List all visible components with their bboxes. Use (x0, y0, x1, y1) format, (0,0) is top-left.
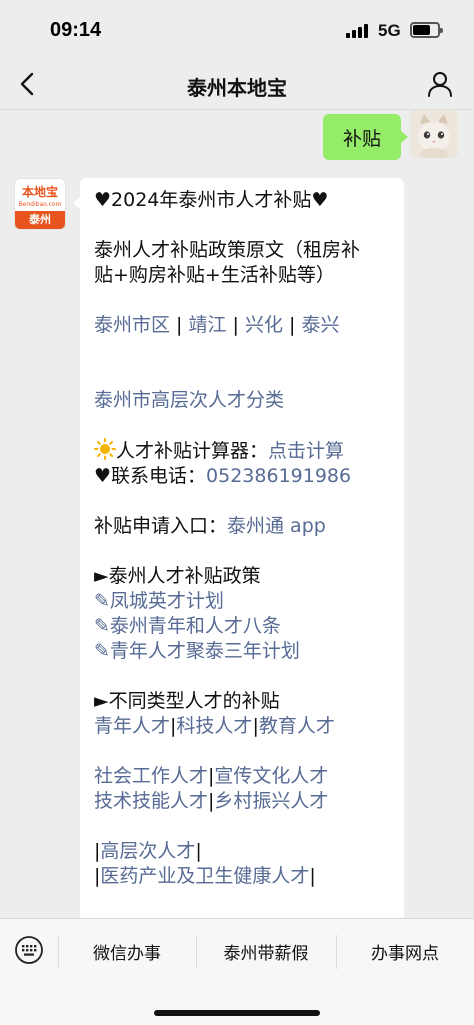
status-time: 09:14 (50, 19, 102, 41)
policy-link[interactable]: ✎凤城英才计划 (94, 589, 390, 614)
talent-type-link[interactable]: 科技人才 (176, 715, 252, 737)
nav-bar: 泰州本地宝 (0, 58, 474, 110)
talent-type-link[interactable]: 教育人才 (259, 715, 335, 737)
policy-section-heading: ►泰州人才补贴政策 (94, 565, 261, 587)
district-link-jingjiang[interactable]: 靖江 (189, 314, 227, 336)
user-avatar[interactable] (410, 110, 458, 158)
keyboard-toggle-button[interactable] (14, 935, 44, 965)
district-link-xinghua[interactable]: 兴化 (245, 314, 283, 336)
talent-type-link[interactable]: 社会工作人才 (94, 765, 208, 787)
apply-label: 补贴申请入口： (94, 515, 228, 537)
district-link-taixing[interactable]: 泰兴 (302, 314, 340, 336)
talent-class-link[interactable]: 泰州市高层次人才分类 (94, 388, 390, 413)
bottom-menu: 微信办事 泰州带薪假 办事网点 (0, 918, 474, 1025)
contact-line: ♥联系电话：052386191986 (94, 464, 390, 489)
talent-type-link[interactable]: 乡村振兴人才 (214, 790, 328, 812)
user-message-bubble[interactable]: 补贴 (323, 114, 408, 160)
profile-button[interactable] (426, 70, 454, 98)
talent-types-row: |医药产业及卫生健康人才| (94, 865, 316, 887)
talent-type-link[interactable]: 宣传文化人才 (214, 765, 328, 787)
policy-text-line2: 贴+购房补贴+生活补贴等） (94, 264, 335, 286)
network-label: 5G (378, 21, 401, 40)
talent-type-link[interactable]: 医药产业及卫生健康人才 (100, 865, 309, 887)
brand-logo-subtext: Bendibao.com (18, 201, 62, 208)
contact-phone-link[interactable]: 052386191986 (206, 465, 351, 487)
sun-icon (94, 438, 116, 460)
talent-type-link[interactable]: 高层次人才 (100, 840, 195, 862)
home-indicator[interactable] (154, 1010, 320, 1016)
district-links: 泰州市区 | 靖江 | 兴化 | 泰兴 (94, 314, 340, 336)
talent-types-row: 社会工作人才|宣传文化人才 (94, 765, 329, 787)
chat-title: 泰州本地宝 (187, 76, 287, 100)
apply-line: 补贴申请入口：泰州通 app (94, 514, 390, 539)
types-section-heading: ►不同类型人才的补贴 (94, 690, 280, 712)
user-message-text: 补贴 (342, 127, 381, 150)
person-icon (428, 72, 452, 97)
talent-types-row: |高层次人才| (94, 840, 202, 862)
talent-types-row: 青年人才|科技人才|教育人才 (94, 715, 335, 737)
bot-message-bubble: ♥2024年泰州市人才补贴♥ 泰州人才补贴政策原文（租房补 贴+购房补贴+生活补… (73, 178, 404, 918)
menu-item-wechat-service[interactable]: 微信办事 (58, 939, 196, 965)
chat-area[interactable]: 补贴 本地宝 Bendibao.com 泰州 ♥2024年泰州市人才补贴♥ 泰州… (0, 110, 474, 918)
calculator-link[interactable]: 点击计算 (268, 440, 344, 462)
message-heading: ♥2024年泰州市人才补贴♥ (94, 189, 329, 211)
talent-type-link[interactable]: 青年人才 (94, 715, 170, 737)
calculator-label: 人才补贴计算器： (116, 440, 269, 462)
brand-logo-text: 本地宝 (21, 185, 58, 199)
policy-link[interactable]: ✎泰州青年和人才八条 (94, 614, 390, 639)
talent-type-link[interactable]: 技术技能人才 (94, 790, 208, 812)
menu-item-service-points[interactable]: 办事网点 (336, 939, 474, 965)
brand-city-label: 泰州 (15, 211, 65, 229)
talent-types-row: 技术技能人才|乡村振兴人才 (94, 790, 329, 812)
cat-avatar-image (410, 110, 458, 158)
keyboard-icon (15, 936, 43, 964)
signal-icon (346, 24, 372, 38)
menu-item-paid-leave[interactable]: 泰州带薪假 (196, 939, 336, 965)
calculator-line: 人才补贴计算器：点击计算 (94, 438, 390, 464)
contact-label: ♥联系电话： (94, 465, 207, 487)
battery-icon (410, 22, 443, 38)
policy-text-line1: 泰州人才补贴政策原文（租房补 (94, 239, 361, 261)
status-bar: 09:14 5G (0, 0, 474, 58)
official-account-avatar[interactable]: 本地宝 Bendibao.com 泰州 (14, 178, 66, 230)
apply-link[interactable]: 泰州通 app (227, 515, 326, 537)
district-link-taizhou[interactable]: 泰州市区 (94, 314, 170, 336)
policy-link[interactable]: ✎青年人才聚泰三年计划 (94, 639, 390, 664)
